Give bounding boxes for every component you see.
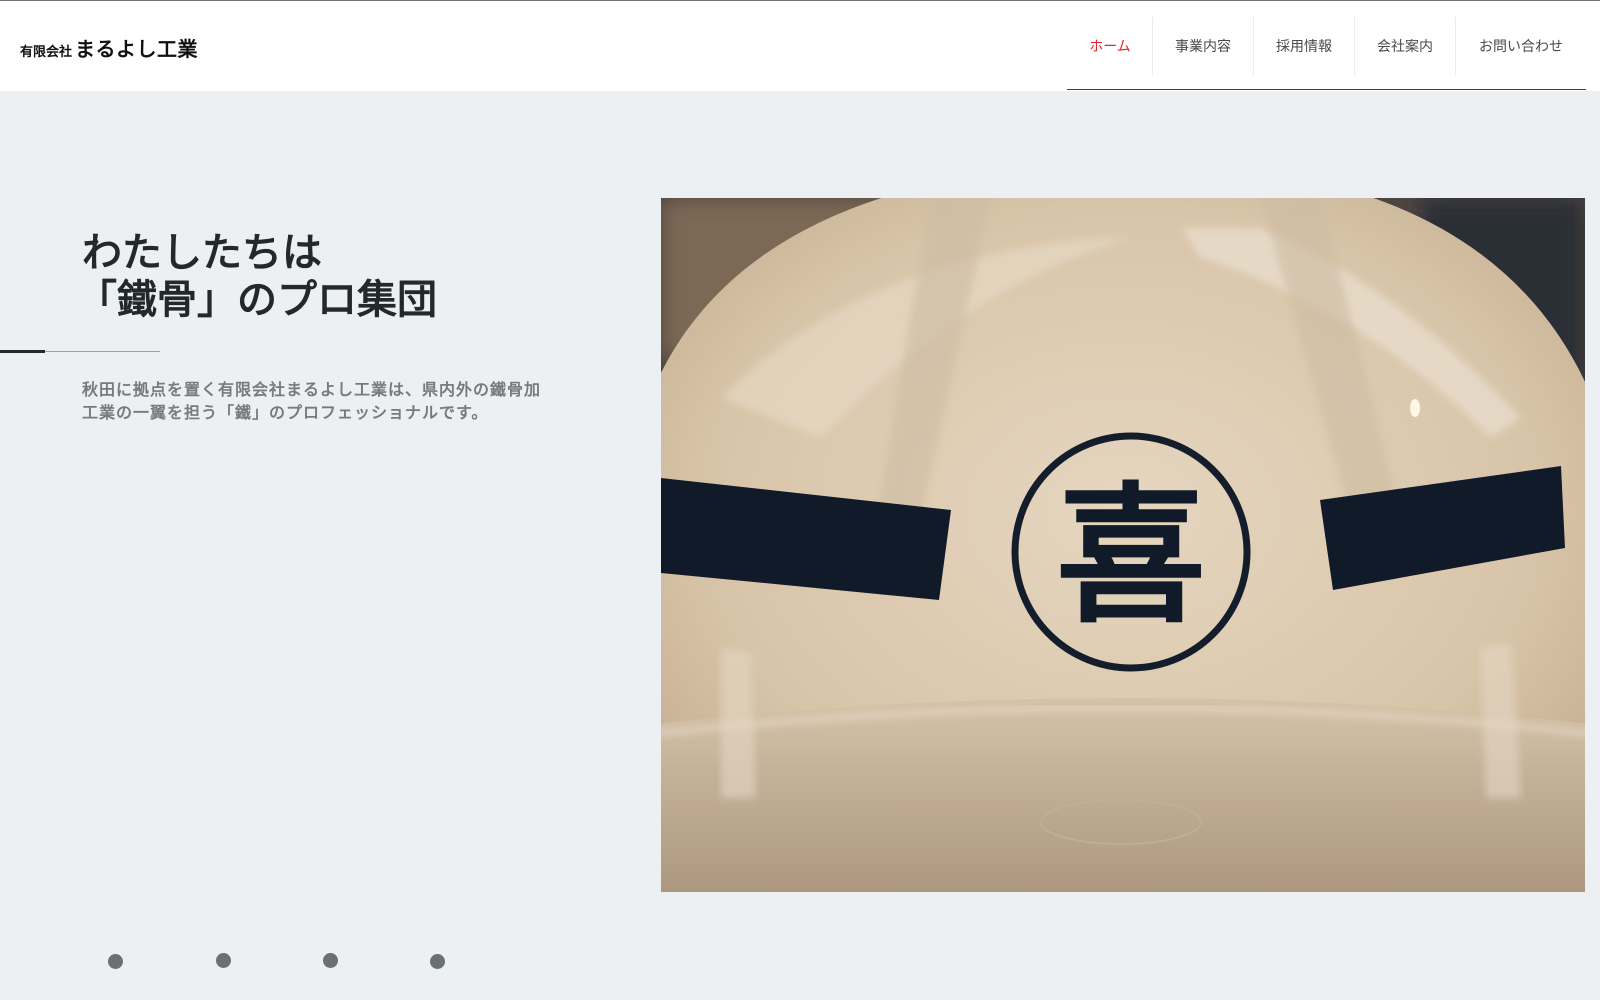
nav-underline	[1067, 89, 1586, 90]
hero-title-line2: 「鐵骨」のプロ集団	[77, 277, 437, 323]
hero-image: 喜	[661, 198, 1585, 892]
slider-dot-1[interactable]	[108, 954, 123, 969]
hero-title: わたしたちは 「鐵骨」のプロ集団	[77, 230, 542, 324]
nav-item-contact[interactable]: お問い合わせ	[1455, 17, 1586, 75]
logo-name: まるよし工業	[75, 37, 199, 61]
slider-dot-3[interactable]	[323, 953, 338, 968]
hero-description: 秋田に拠点を置く有限会社まるよし工業は、県内外の鐵骨加工業の一翼を担う「鐵」のプ…	[82, 380, 542, 422]
slider-dot-4[interactable]	[430, 954, 445, 969]
site-header: 有限会社 まるよし工業 ホーム 事業内容 採用情報 会社案内 お問い合わせ	[0, 1, 1600, 91]
nav-item-home[interactable]: ホーム	[1068, 17, 1152, 75]
hero-divider-accent	[0, 350, 45, 353]
main-nav: ホーム 事業内容 採用情報 会社案内 お問い合わせ	[1068, 17, 1586, 75]
hero-title-line1: わたしたちは	[82, 230, 322, 276]
logo-prefix: 有限会社	[20, 45, 73, 60]
nav-item-company[interactable]: 会社案内	[1354, 17, 1455, 75]
slider-dot-2[interactable]	[216, 953, 231, 968]
helmet-emblem-text: 喜	[1056, 468, 1206, 644]
site-logo[interactable]: 有限会社 まるよし工業	[20, 33, 198, 63]
nav-item-recruit[interactable]: 採用情報	[1253, 17, 1354, 75]
helmet-photo: 喜	[661, 198, 1585, 892]
nav-item-business[interactable]: 事業内容	[1152, 17, 1253, 75]
